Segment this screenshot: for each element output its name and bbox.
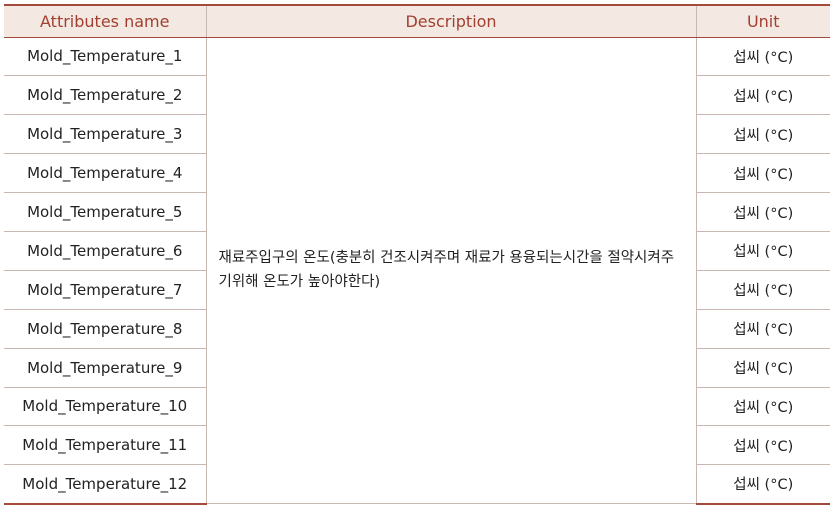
unit-cell: 섭씨 (°C) bbox=[696, 464, 830, 505]
attribute-name-cell: Mold_Temperature_5 bbox=[4, 192, 206, 232]
unit-cell: 섭씨 (°C) bbox=[696, 153, 830, 194]
table-row: Mold_Temperature_1 재료주입구의 온도(충분히 건조시켜주며 … bbox=[4, 37, 830, 505]
header-unit: Unit bbox=[696, 4, 830, 38]
attribute-name-cell: Mold_Temperature_3 bbox=[4, 114, 206, 155]
header-attributes-name: Attributes name bbox=[4, 4, 206, 38]
unit-cell: 섭씨 (°C) bbox=[696, 270, 830, 310]
attribute-name-cell: Mold_Temperature_8 bbox=[4, 309, 206, 349]
unit-cell: 섭씨 (°C) bbox=[696, 114, 830, 155]
attribute-name-cell: Mold_Temperature_10 bbox=[4, 387, 206, 427]
unit-cell: 섭씨 (°C) bbox=[696, 37, 830, 77]
attribute-name-cell: Mold_Temperature_2 bbox=[4, 75, 206, 116]
table-header: Attributes name Description Unit bbox=[4, 4, 830, 38]
attribute-name-cell: Mold_Temperature_7 bbox=[4, 270, 206, 310]
unit-cell: 섭씨 (°C) bbox=[696, 192, 830, 232]
unit-cell: 섭씨 (°C) bbox=[696, 387, 830, 427]
attribute-name-cell: Mold_Temperature_9 bbox=[4, 348, 206, 388]
unit-cell: 섭씨 (°C) bbox=[696, 425, 830, 466]
attribute-name-cell: Mold_Temperature_12 bbox=[4, 464, 206, 505]
unit-cell: 섭씨 (°C) bbox=[696, 75, 830, 116]
attribute-name-cell: Mold_Temperature_6 bbox=[4, 231, 206, 271]
unit-cell: 섭씨 (°C) bbox=[696, 231, 830, 271]
header-description: Description bbox=[205, 4, 697, 38]
attribute-name-cell: Mold_Temperature_4 bbox=[4, 153, 206, 194]
attribute-name-cell: Mold_Temperature_11 bbox=[4, 425, 206, 466]
description-cell: 재료주입구의 온도(충분히 건조시켜주며 재료가 용융되는시간을 절약시켜주기위… bbox=[205, 37, 697, 505]
unit-cell: 섭씨 (°C) bbox=[696, 309, 830, 349]
unit-cell: 섭씨 (°C) bbox=[696, 348, 830, 388]
attribute-name-cell: Mold_Temperature_1 bbox=[4, 37, 206, 77]
header-row: Attributes name Description Unit bbox=[4, 4, 830, 38]
attributes-table: Attributes name Description Unit Mold_Te… bbox=[4, 4, 830, 505]
table-body: Mold_Temperature_1 재료주입구의 온도(충분히 건조시켜주며 … bbox=[4, 37, 830, 505]
